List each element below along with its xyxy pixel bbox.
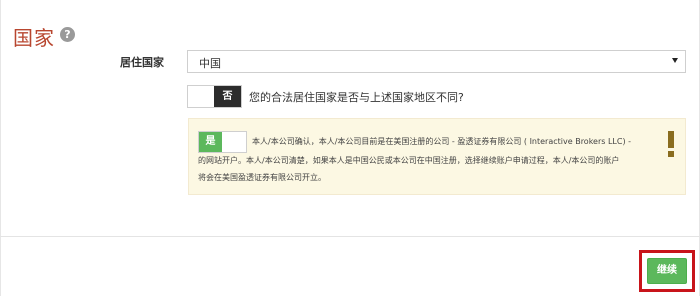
page-left-border: [0, 0, 1, 296]
different-country-question: 您的合法居住国家是否与上述国家地区不同?: [249, 91, 464, 104]
toggle-yes-state: 是: [199, 132, 222, 152]
help-icon[interactable]: ?: [60, 27, 75, 42]
confirmation-alert: 是 本人/本公司确认，本人/本公司目前是在美国注册的公司 - 盈透证券有限公司 …: [188, 118, 686, 195]
residence-country-select[interactable]: 中国: [187, 50, 686, 73]
dropdown-arrow-icon: [672, 58, 678, 63]
residence-country-label: 居住国家: [120, 56, 164, 69]
confirmation-toggle[interactable]: 是: [198, 131, 247, 153]
confirmation-text-line-3: 将会在美国盈透证券有限公司开立。: [198, 173, 326, 182]
toggle-no-state: 否: [214, 86, 241, 107]
confirmation-text-line-1: 本人/本公司确认，本人/本公司目前是在美国注册的公司 - 盈透证券有限公司 ( …: [252, 137, 632, 146]
confirmation-text-line-2: 的网站开户。本人/本公司清楚，如果本人是中国公民或本公司在中国注册，选择继续账户…: [198, 156, 620, 165]
different-country-toggle[interactable]: 否: [187, 85, 242, 108]
residence-country-value: 中国: [199, 57, 221, 70]
footer-divider: [0, 236, 700, 237]
exclamation-icon: [668, 131, 674, 157]
continue-button[interactable]: 继续: [647, 258, 687, 284]
section-title: 国家: [13, 26, 55, 50]
